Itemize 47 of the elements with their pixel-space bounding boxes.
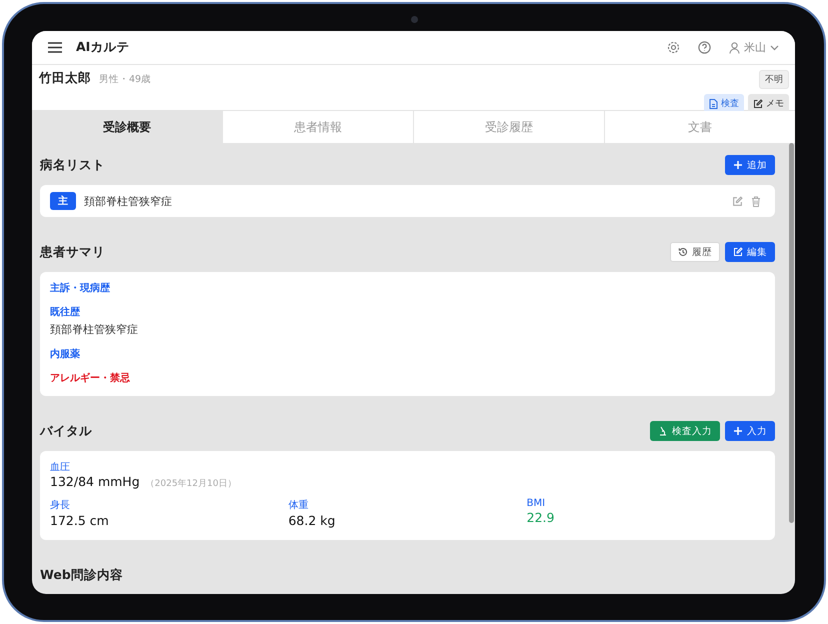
history-button[interactable]: 履歴 — [670, 242, 720, 262]
summary-label: アレルギー・禁忌 — [50, 372, 131, 385]
history-icon — [678, 247, 688, 257]
vital-label: 血圧 — [50, 461, 71, 474]
summary-label: 内服薬 — [50, 348, 81, 361]
camera-dot — [411, 16, 418, 23]
vital-value: 22.9 — [526, 510, 556, 525]
vital-label: 体重 — [288, 498, 310, 512]
chevron-down-icon — [770, 44, 779, 50]
user-menu[interactable]: 米山 — [729, 40, 779, 55]
patient-name: 竹田太郎 — [39, 70, 91, 87]
user-icon — [729, 42, 740, 54]
edit-icon[interactable] — [732, 196, 743, 206]
status-badge: 不明 — [759, 70, 789, 89]
lab-button[interactable]: 検査入力 — [650, 421, 720, 441]
section-title: Web問診内容 — [40, 566, 123, 584]
microscope-icon — [658, 426, 668, 436]
patient-meta: 男性・49歳 — [99, 73, 152, 86]
menu-icon[interactable] — [48, 42, 62, 53]
edit-icon — [753, 98, 763, 108]
edit-button[interactable]: 編集 — [725, 242, 775, 262]
plus-icon — [733, 160, 743, 170]
tab[interactable]: 受診概要 — [32, 111, 222, 143]
vital-label: 身長 — [50, 499, 71, 512]
summary-value: 頚部脊柱管狭窄症 — [50, 322, 139, 337]
trash-icon[interactable] — [751, 196, 761, 206]
primary-tag: 主 — [50, 192, 76, 210]
edit-icon — [733, 247, 743, 257]
app-title: AIカルテ — [76, 39, 130, 56]
add-button[interactable]: 追加 — [725, 155, 775, 175]
settings-icon[interactable] — [667, 41, 680, 54]
scrollbar[interactable] — [789, 143, 794, 523]
vital-value: 68.2 kg — [288, 513, 336, 528]
help-icon[interactable] — [698, 41, 711, 54]
section-title: バイタル — [40, 422, 92, 440]
vital-value: 172.5 cm — [50, 513, 110, 528]
section-title: 病名リスト — [40, 156, 105, 174]
summary-label: 主訴・現病歴 — [50, 281, 111, 295]
vital-value: 132/84 mmHg — [50, 474, 140, 489]
summary-label: 既往歴 — [50, 306, 81, 319]
diagnosis-name: 頚部脊柱管狭窄症 — [84, 194, 172, 208]
section-title: 患者サマリ — [40, 244, 105, 260]
vital-label: BMI — [526, 498, 546, 509]
measurement-date: （2025年12月10日） — [146, 478, 236, 490]
document-icon — [709, 98, 718, 108]
add-button[interactable]: 入力 — [725, 421, 775, 441]
plus-icon — [733, 426, 743, 436]
